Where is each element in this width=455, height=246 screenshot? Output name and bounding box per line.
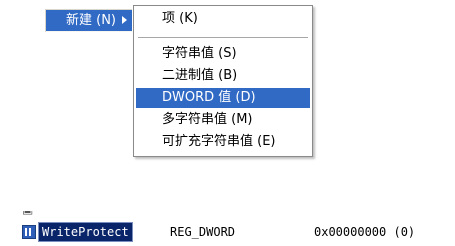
new-submenu: 项 (K) 字符串值 (S) 二进制值 (B) DWORD 值 (D) 多字符串… (133, 5, 313, 157)
menu-separator (138, 37, 308, 38)
submenu-item-label: 二进制值 (B) (162, 68, 238, 83)
submenu-arrow-icon (122, 16, 127, 24)
submenu-item-label: 多字符串值 (M) (162, 112, 253, 127)
menu-item-new-label: 新建 (N) (66, 13, 117, 28)
submenu-item-dword-value[interactable]: DWORD 值 (D) (136, 88, 310, 108)
reg-binary-value-icon (22, 225, 36, 239)
submenu-item-string-value[interactable]: 字符串值 (S) (136, 44, 310, 64)
partial-row-icon: ▣ (22, 211, 33, 216)
submenu-item-label: DWORD 值 (D) (162, 90, 256, 105)
registry-row-selected[interactable]: WriteProtect REG_DWORD 0x00000000 (0) (22, 223, 442, 241)
registry-value-data: 0x00000000 (0) (314, 225, 416, 239)
registry-row-partial: ▣ (22, 211, 422, 217)
menu-item-new[interactable]: 新建 (N) (46, 10, 132, 31)
submenu-item-label: 字符串值 (S) (162, 46, 237, 61)
registry-value-name[interactable]: WriteProtect (39, 223, 132, 241)
submenu-item-binary-value[interactable]: 二进制值 (B) (136, 66, 310, 86)
submenu-item-label: 可扩充字符串值 (E) (162, 134, 276, 149)
regedit-screenshot: 新建 (N) 项 (K) 字符串值 (S) 二进制值 (B) DWORD 值 (… (0, 0, 455, 246)
submenu-item-label: 项 (K) (162, 11, 198, 26)
submenu-item-key[interactable]: 项 (K) (136, 9, 310, 29)
context-menu: 新建 (N) (45, 9, 132, 32)
submenu-item-expandable-string-value[interactable]: 可扩充字符串值 (E) (136, 132, 310, 152)
registry-value-type: REG_DWORD (170, 225, 236, 239)
submenu-item-multi-string-value[interactable]: 多字符串值 (M) (136, 110, 310, 130)
